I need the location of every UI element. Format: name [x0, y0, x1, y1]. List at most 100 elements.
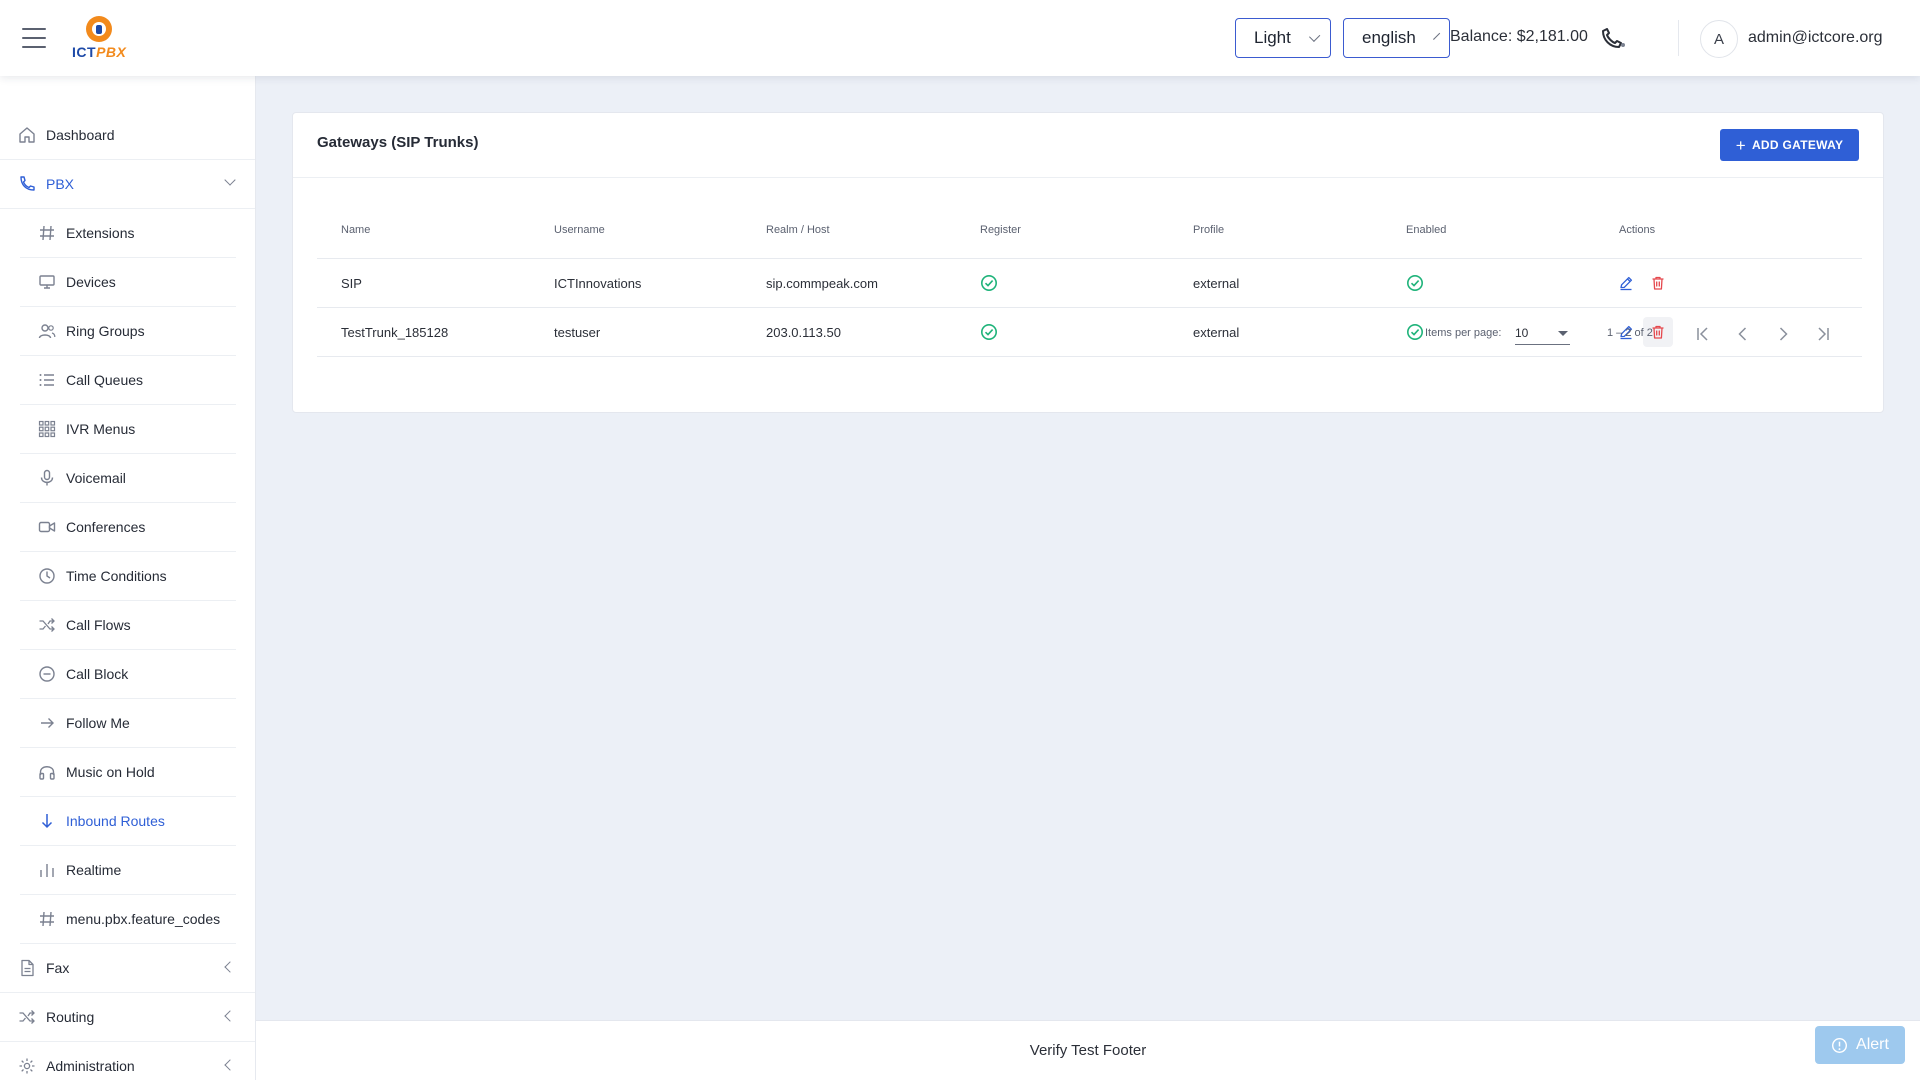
sidebar-item-label: Call Flows — [66, 617, 131, 633]
sidebar-item-label: Music on Hold — [66, 764, 155, 780]
last-page-icon — [1818, 327, 1829, 341]
balance-text: Balance: $2,181.00 — [1450, 28, 1588, 45]
column-header-profile[interactable]: Profile — [1193, 201, 1224, 258]
monitor-icon — [38, 273, 56, 291]
items-per-page-value: 10 — [1515, 325, 1529, 340]
last-page-button[interactable] — [1807, 318, 1839, 350]
sidebar-item-ivr-menus[interactable]: IVR Menus — [20, 405, 236, 454]
arrow-right-icon — [38, 714, 56, 732]
sidebar-item-administration[interactable]: Administration — [0, 1042, 255, 1080]
sidebar-item-label: Voicemail — [66, 470, 126, 486]
user-email[interactable]: admin@ictcore.org — [1748, 29, 1883, 47]
header-divider — [1678, 20, 1679, 56]
hash-icon — [38, 910, 56, 928]
sidebar-item-label: Call Queues — [66, 372, 144, 388]
users-icon — [38, 322, 56, 340]
clock-icon — [38, 567, 56, 585]
phone-icon — [18, 175, 36, 193]
page-title: Gateways (SIP Trunks) — [317, 134, 479, 151]
home-icon — [18, 126, 36, 144]
sidebar-item-realtime[interactable]: Realtime — [20, 846, 236, 895]
hash-icon — [38, 224, 56, 242]
table-row[interactable]: SIP ICTInnovations sip.commpeak.com exte… — [317, 259, 1862, 308]
table-header-row: Name Username Realm / Host Register Prof… — [317, 201, 1862, 259]
chevron-down-icon — [1308, 30, 1321, 42]
sidebar-item-label: Fax — [46, 960, 70, 976]
check-circle-icon — [1407, 275, 1423, 291]
sidebar-item-label: Extensions — [66, 225, 135, 241]
footer-text: Verify Test Footer — [1029, 1042, 1147, 1059]
sidebar-item-label: Realtime — [66, 862, 122, 878]
sidebar-item-call-flows[interactable]: Call Flows — [20, 601, 236, 650]
sidebar-item-label: Devices — [66, 274, 116, 290]
sidebar-item-pbx[interactable]: PBX — [0, 160, 255, 209]
phone-icon[interactable] — [1600, 28, 1626, 50]
column-header-enabled[interactable]: Enabled — [1406, 201, 1446, 258]
sidebar-item-label: Conferences — [66, 519, 146, 535]
edit-icon — [1620, 276, 1633, 291]
sidebar-item-routing[interactable]: Routing — [0, 993, 255, 1042]
chevron-left-icon — [1738, 327, 1747, 341]
sidebar-item-label: menu.pbx.feature_codes — [66, 911, 221, 927]
add-gateway-button[interactable]: + ADD GATEWAY — [1720, 129, 1859, 161]
trash-icon — [1652, 276, 1664, 290]
gateway-host: sip.commpeak.com — [766, 275, 878, 291]
sidebar-item-extensions[interactable]: Extensions — [20, 209, 236, 258]
sidebar-item-dashboard[interactable]: Dashboard — [0, 111, 255, 160]
column-header-host[interactable]: Realm / Host — [766, 201, 830, 258]
sidebar-item-fax[interactable]: Fax — [0, 944, 255, 993]
sidebar: Dashboard PBX Extensions Devices Ring Gr… — [0, 76, 256, 1080]
sidebar-item-inbound-routes[interactable]: Inbound Routes — [20, 797, 236, 846]
sidebar-item-follow-me[interactable]: Follow Me — [20, 699, 236, 748]
gateway-profile: external — [1193, 275, 1240, 291]
alert-label: Alert — [1856, 1036, 1889, 1053]
list-icon — [38, 371, 56, 389]
sidebar-item-music-on-hold[interactable]: Music on Hold — [20, 748, 236, 797]
theme-select[interactable]: Light — [1235, 18, 1331, 58]
sidebar-item-ring-groups[interactable]: Ring Groups — [20, 307, 236, 356]
card-divider — [293, 177, 1883, 178]
first-page-icon — [1697, 327, 1708, 341]
gear-icon — [18, 1057, 36, 1075]
shuffle-icon — [18, 1008, 36, 1026]
chevron-right-icon — [1779, 327, 1788, 341]
paginator: Items per page: 10 1 – 2 of 2 — [293, 309, 1883, 359]
dropdown-arrow-icon — [1558, 331, 1568, 336]
app-logo[interactable]: ICTPBX — [70, 16, 126, 60]
language-select[interactable]: english — [1343, 18, 1450, 58]
next-page-button[interactable] — [1767, 318, 1799, 350]
alert-button[interactable]: Alert — [1815, 1026, 1905, 1064]
plus-icon: + — [1735, 135, 1746, 155]
column-header-register[interactable]: Register — [980, 201, 1021, 258]
row-actions — [1611, 259, 1673, 307]
edit-button[interactable] — [1611, 268, 1641, 298]
sidebar-item-conferences[interactable]: Conferences — [20, 503, 236, 552]
shuffle-icon — [38, 616, 56, 634]
sidebar-item-call-block[interactable]: Call Block — [20, 650, 236, 699]
sidebar-item-time-conditions[interactable]: Time Conditions — [20, 552, 236, 601]
menu-toggle-icon[interactable] — [22, 28, 46, 48]
first-page-button[interactable] — [1687, 318, 1719, 350]
column-header-name[interactable]: Name — [341, 201, 370, 258]
items-per-page-label: Items per page: — [1425, 327, 1502, 339]
sidebar-item-devices[interactable]: Devices — [20, 258, 236, 307]
delete-button[interactable] — [1643, 268, 1673, 298]
sidebar-item-voicemail[interactable]: Voicemail — [20, 454, 236, 503]
sidebar-item-feature-codes[interactable]: menu.pbx.feature_codes — [20, 895, 236, 944]
arrow-down-icon — [38, 812, 56, 830]
sidebar-item-call-queues[interactable]: Call Queues — [20, 356, 236, 405]
column-header-actions: Actions — [1619, 223, 1656, 236]
sidebar-item-label: IVR Menus — [66, 421, 136, 437]
enabled-status — [1406, 259, 1424, 307]
register-status — [980, 259, 998, 307]
avatar[interactable]: A — [1700, 20, 1738, 58]
language-select-value: english — [1362, 28, 1416, 47]
items-per-page-select[interactable]: 10 — [1515, 321, 1570, 345]
minus-circle-icon — [38, 665, 56, 683]
column-header-username[interactable]: Username — [554, 201, 605, 258]
sidebar-item-label: Follow Me — [66, 715, 130, 731]
sidebar-item-label: Inbound Routes — [66, 813, 165, 829]
previous-page-button[interactable] — [1727, 318, 1759, 350]
grid-icon — [38, 420, 56, 438]
sidebar-item-label: PBX — [46, 176, 75, 192]
